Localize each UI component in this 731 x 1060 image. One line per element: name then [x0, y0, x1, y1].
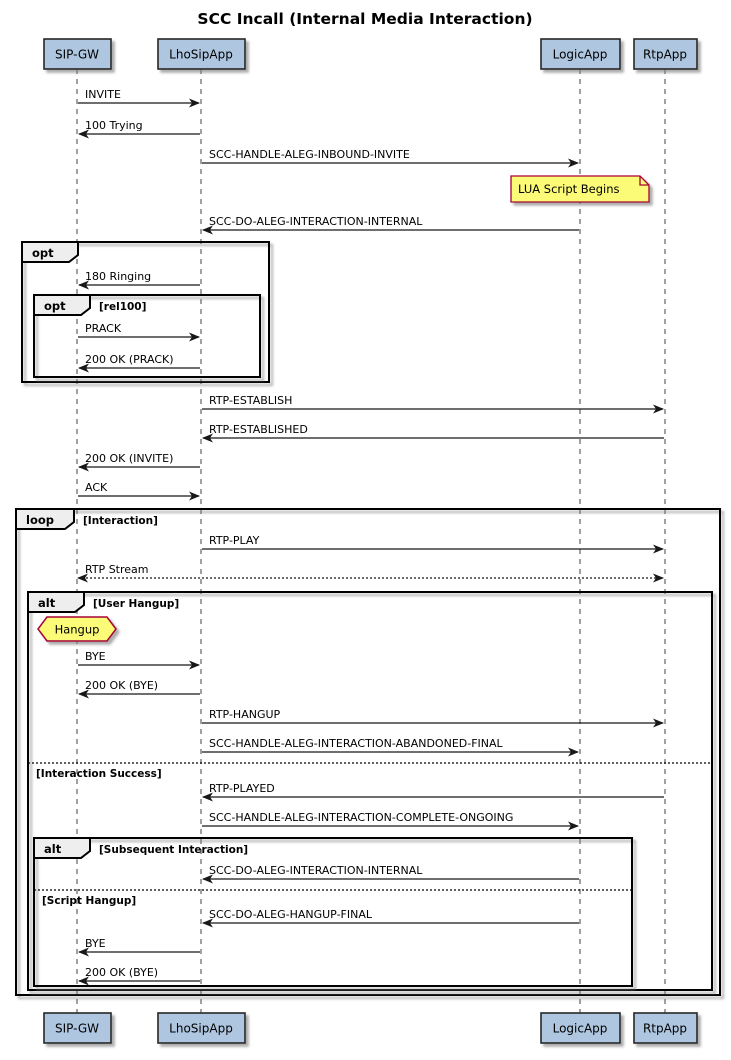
participant-rtp-top[interactable]: RtpApp: [633, 38, 698, 70]
message-m16: RTP-HANGUP: [202, 708, 664, 728]
message-label: ACK: [85, 481, 108, 494]
message-m2: 100 Trying: [78, 119, 200, 139]
frame-condition: [Interaction]: [83, 515, 158, 527]
message-label: 200 OK (BYE): [85, 966, 158, 979]
message-label: 200 OK (PRACK): [85, 353, 174, 366]
participant-logic-bottom[interactable]: LogicApp: [540, 1012, 621, 1044]
frame-keyword: opt: [44, 299, 66, 313]
frame-keyword: loop: [26, 513, 54, 527]
diagram-svg: SCC Incall (Internal Media Interaction) …: [15, 10, 721, 1044]
message-label: RTP Stream: [85, 563, 149, 576]
message-m20: SCC-DO-ALEG-INTERACTION-INTERNAL: [202, 864, 579, 884]
message-m19: SCC-HANDLE-ALEG-INTERACTION-COMPLETE-ONG…: [202, 811, 579, 831]
message-m17: SCC-HANDLE-ALEG-INTERACTION-ABANDONED-FI…: [202, 737, 579, 757]
frame-keyword: alt: [38, 596, 56, 610]
message-label: SCC-DO-ALEG-INTERACTION-INTERNAL: [209, 215, 423, 228]
message-label: SCC-HANDLE-ALEG-INBOUND-INVITE: [209, 148, 410, 161]
frame-keyword: alt: [44, 842, 62, 856]
participant-label: SIP-GW: [55, 48, 99, 62]
message-m21: SCC-DO-ALEG-HANGUP-FINAL: [202, 908, 579, 928]
alt-divider: [Script Hangup]: [34, 889, 632, 907]
frame-border: [27, 591, 713, 991]
participant-sipgw-top[interactable]: SIP-GW: [43, 38, 112, 70]
participant-label: LhoSipApp: [169, 1022, 233, 1036]
message-m10: 200 OK (INVITE): [78, 452, 200, 472]
markers-group: Hangup: [37, 616, 117, 642]
participant-label: RtpApp: [643, 1022, 687, 1036]
participant-label: RtpApp: [643, 48, 687, 62]
message-m1: INVITE: [78, 88, 200, 108]
message-label: SCC-HANDLE-ALEG-INTERACTION-ABANDONED-FI…: [209, 737, 504, 750]
divider-label: [Interaction Success]: [36, 768, 162, 780]
frame-condition: [User Hangup]: [93, 598, 179, 610]
page-title: SCC Incall (Internal Media Interaction): [197, 10, 532, 28]
frame-header-tab: [33, 837, 91, 859]
notes-group: LUA Script Begins: [510, 175, 650, 203]
hexagon-label: Hangup: [55, 623, 100, 637]
message-m23: 200 OK (BYE): [78, 966, 200, 986]
participant-sipgw-bottom[interactable]: SIP-GW: [43, 1012, 112, 1044]
divider-label: [Script Hangup]: [42, 895, 136, 907]
frame-condition: [Subsequent Interaction]: [99, 844, 248, 856]
message-m8: RTP-ESTABLISH: [202, 394, 664, 414]
message-label: SCC-HANDLE-ALEG-INTERACTION-COMPLETE-ONG…: [209, 811, 513, 824]
message-label: RTP-ESTABLISH: [209, 394, 292, 407]
participant-label: LogicApp: [553, 1022, 608, 1036]
message-label: SCC-DO-ALEG-HANGUP-FINAL: [209, 908, 373, 921]
message-m6: PRACK: [78, 322, 200, 342]
message-m4: SCC-DO-ALEG-INTERACTION-INTERNAL: [202, 215, 579, 235]
message-m15: 200 OK (BYE): [78, 679, 200, 699]
participant-lho-top[interactable]: LhoSipApp: [157, 38, 246, 70]
message-label: 200 OK (BYE): [85, 679, 158, 692]
frame-keyword: opt: [32, 246, 54, 260]
message-m3: SCC-HANDLE-ALEG-INBOUND-INVITE: [202, 148, 579, 168]
message-label: RTP-PLAYED: [209, 782, 275, 795]
message-label: SCC-DO-ALEG-INTERACTION-INTERNAL: [209, 864, 423, 877]
hexagon-marker: Hangup: [37, 616, 117, 642]
message-m13: RTP Stream: [77, 563, 664, 583]
participant-rtp-bottom[interactable]: RtpApp: [633, 1012, 698, 1044]
message-m22: BYE: [78, 937, 200, 957]
participant-logic-top[interactable]: LogicApp: [540, 38, 621, 70]
message-label: RTP-PLAY: [209, 534, 260, 547]
dividers-group: [Interaction Success] [Script Hangup]: [28, 762, 712, 907]
message-m12: RTP-PLAY: [202, 534, 664, 554]
frame-condition: [rel100]: [99, 301, 146, 313]
participant-label: LogicApp: [553, 48, 608, 62]
message-m7: 200 OK (PRACK): [78, 353, 200, 373]
participant-label: LhoSipApp: [169, 48, 233, 62]
message-m5: 180 Ringing: [78, 270, 200, 290]
message-label: RTP-ESTABLISHED: [209, 423, 308, 436]
sequence-diagram-canvas: SCC Incall (Internal Media Interaction) …: [0, 0, 731, 1060]
participant-label: SIP-GW: [55, 1022, 99, 1036]
message-label: BYE: [85, 937, 106, 950]
participant-lho-bottom[interactable]: LhoSipApp: [157, 1012, 246, 1044]
message-label: BYE: [85, 650, 106, 663]
message-label: RTP-HANGUP: [209, 708, 281, 721]
note: LUA Script Begins: [510, 175, 650, 203]
message-label: PRACK: [85, 322, 122, 335]
message-m9: RTP-ESTABLISHED: [202, 423, 664, 443]
message-label: 180 Ringing: [85, 270, 151, 283]
message-m11: ACK: [78, 481, 200, 501]
message-label: INVITE: [85, 88, 121, 101]
frame-header-tab: [27, 591, 85, 613]
message-m14: BYE: [78, 650, 200, 670]
message-label: 200 OK (INVITE): [85, 452, 173, 465]
message-m18: RTP-PLAYED: [202, 782, 664, 802]
note-label: LUA Script Begins: [518, 182, 620, 196]
message-label: 100 Trying: [85, 119, 143, 132]
alt-divider: [Interaction Success]: [28, 762, 712, 780]
frame-alt: alt [User Hangup]: [27, 591, 713, 991]
